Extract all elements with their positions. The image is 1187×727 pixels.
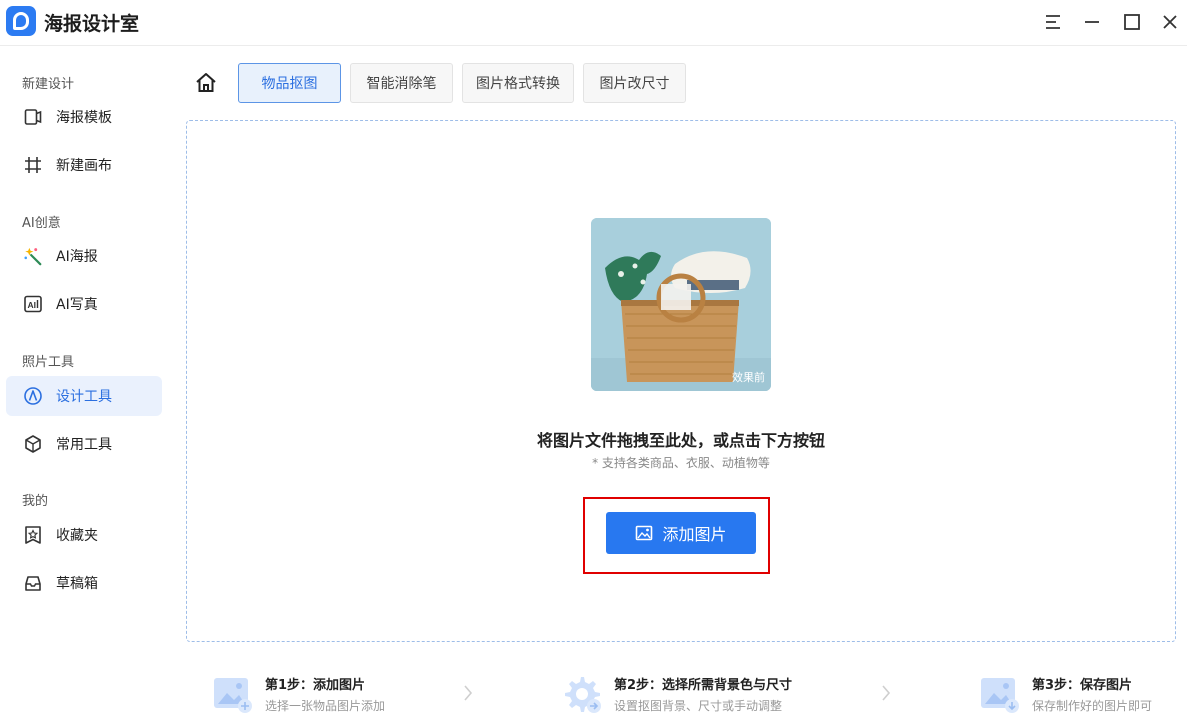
sidebar-item-poster-template[interactable]: 海报模板: [6, 97, 162, 137]
chevron-right-icon: [464, 685, 473, 701]
step-desc: 选择一张物品图片添加: [265, 699, 386, 713]
section-label-mine: 我的: [22, 494, 49, 509]
close-icon[interactable]: [1155, 8, 1185, 36]
sidebar-item-label: 草稿箱: [56, 576, 98, 592]
add-image-button[interactable]: 添加图片: [606, 512, 756, 554]
section-label-photo-tools: 照片工具: [22, 355, 75, 370]
sidebar-item-label: 新建画布: [56, 158, 112, 174]
ai-portrait-icon: AI: [23, 294, 43, 314]
sidebar-item-label: 设计工具: [56, 389, 112, 405]
sidebar-item-label: AI写真: [56, 297, 98, 313]
cube-icon: [23, 434, 43, 454]
sidebar-item-label: 海报模板: [56, 110, 112, 126]
tab-format-convert[interactable]: 图片格式转换: [462, 63, 574, 103]
sidebar-item-ai-poster[interactable]: AI海报: [6, 236, 162, 276]
magic-wand-icon: [23, 246, 43, 266]
chevron-right-icon: [882, 685, 891, 701]
sidebar-item-favorites[interactable]: 收藏夹: [6, 515, 162, 555]
sidebar-item-ai-portrait[interactable]: AI AI写真: [6, 284, 162, 324]
sidebar: 新建设计 海报模板 新建画布 AI创意 AI海报 AI AI写真 照片工具 设计…: [0, 47, 170, 727]
step-title: 第2步：选择所需背景色与尺寸: [614, 678, 793, 693]
sidebar-item-label: 收藏夹: [56, 528, 98, 544]
app-title: 海报设计室: [44, 13, 140, 35]
tab-object-cutout[interactable]: 物品抠图: [238, 63, 341, 103]
step-2: 第2步：选择所需背景色与尺寸 设置抠图背景、尺寸或手动调整: [562, 672, 842, 718]
minimize-icon[interactable]: [1077, 8, 1107, 36]
poster-template-icon: [23, 107, 43, 127]
favorite-star-icon: [23, 525, 43, 545]
svg-text:AI: AI: [28, 300, 37, 310]
step-title: 第3步：保存图片: [1032, 678, 1133, 693]
drafts-tray-icon: [23, 573, 43, 593]
sidebar-item-common-tools[interactable]: 常用工具: [6, 424, 162, 464]
sample-image: 效果前: [591, 218, 771, 391]
step-3: 第3步：保存图片 保存制作好的图片即可: [980, 672, 1180, 718]
drop-subtitle: * 支持各类商品、衣服、动植物等: [592, 456, 770, 470]
drop-title: 将图片文件拖拽至此处，或点击下方按钮: [536, 431, 825, 450]
app-logo-icon: [6, 6, 36, 36]
sidebar-item-label: AI海报: [56, 249, 98, 265]
add-image-label: 添加图片: [662, 525, 727, 544]
menu-icon[interactable]: [1038, 8, 1068, 36]
tab-smart-eraser[interactable]: 智能消除笔: [350, 63, 453, 103]
step-title: 第1步：添加图片: [265, 678, 366, 693]
design-tool-icon: [23, 386, 43, 406]
section-label-ai: AI创意: [22, 216, 61, 231]
step-save-image-icon: [980, 674, 1022, 714]
sidebar-item-label: 常用工具: [56, 437, 112, 453]
image-add-icon: [636, 525, 653, 541]
title-bar: 海报设计室: [0, 0, 1187, 46]
tab-resize[interactable]: 图片改尺寸: [583, 63, 686, 103]
sidebar-item-drafts[interactable]: 草稿箱: [6, 563, 162, 603]
step-settings-icon: [562, 674, 604, 714]
step-desc: 保存制作好的图片即可: [1032, 699, 1153, 713]
sample-badge: 效果前: [732, 371, 765, 384]
sidebar-item-design-tools[interactable]: 设计工具: [6, 376, 162, 416]
home-icon[interactable]: [192, 70, 220, 96]
step-1: 第1步：添加图片 选择一张物品图片添加: [213, 672, 453, 718]
maximize-icon[interactable]: [1117, 8, 1147, 36]
section-label-new-design: 新建设计: [22, 77, 75, 92]
step-desc: 设置抠图背景、尺寸或手动调整: [614, 699, 783, 713]
sidebar-item-new-canvas[interactable]: 新建画布: [6, 145, 162, 185]
step-add-image-icon: [213, 674, 255, 714]
canvas-grid-icon: [23, 155, 43, 175]
